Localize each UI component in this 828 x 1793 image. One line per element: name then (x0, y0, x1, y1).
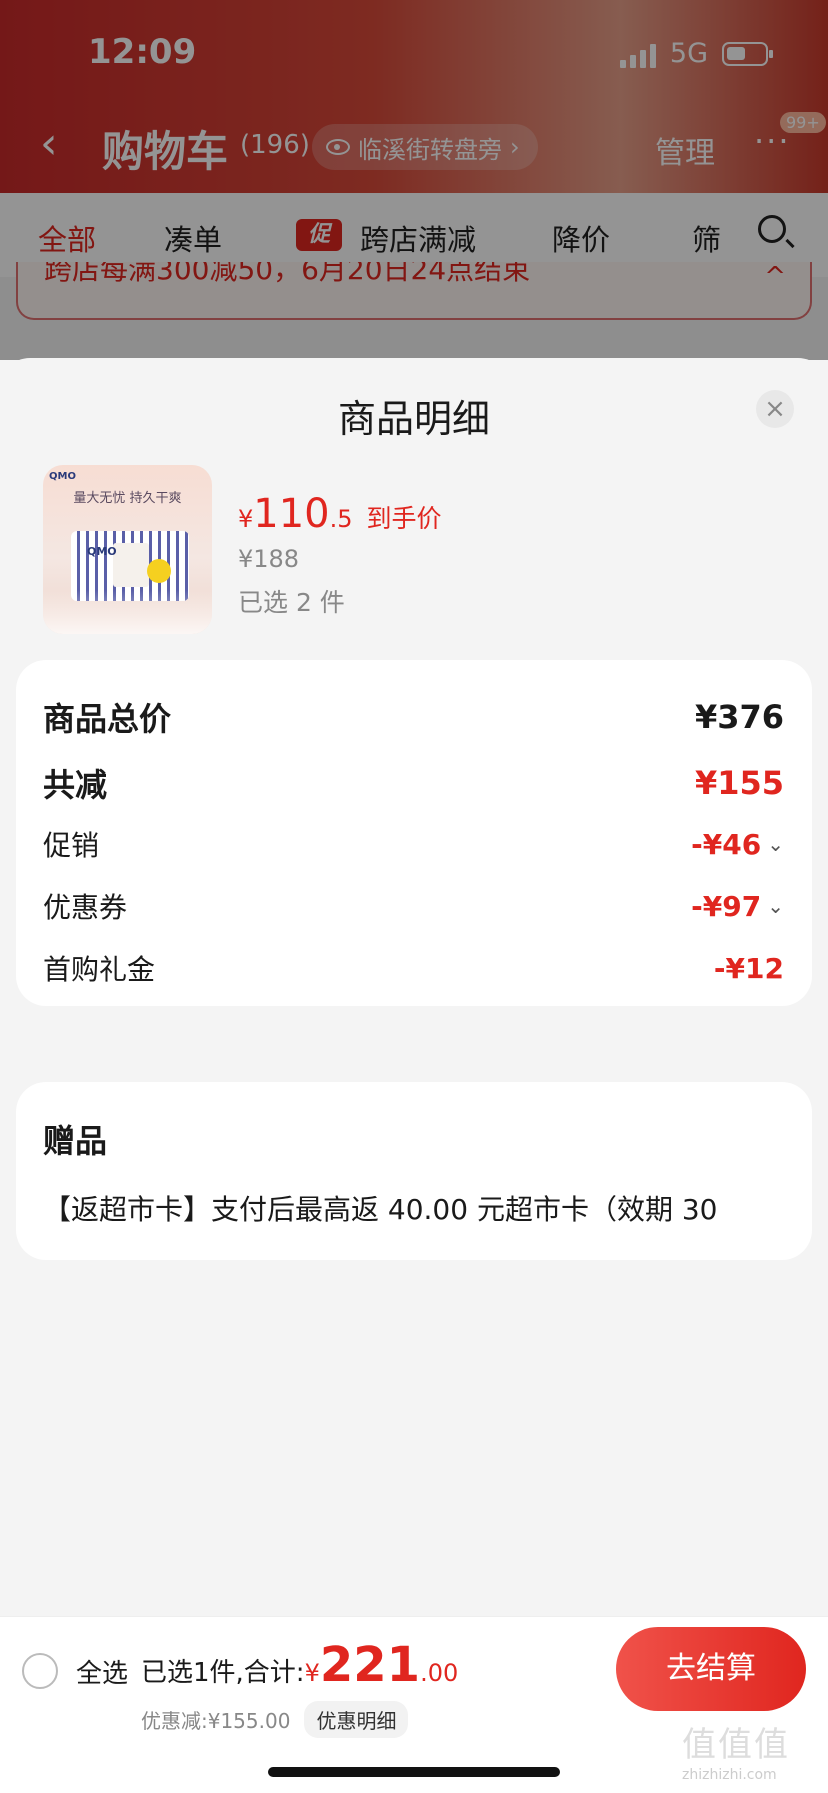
product-image-brand: QMO (49, 471, 76, 482)
first-purchase-value: -¥12 (713, 951, 784, 985)
product-image: QMO 量大无忧 持久干爽 QMO (43, 465, 212, 634)
original-price: ¥188 (238, 545, 300, 573)
first-purchase-row: 首购礼金 -¥12 (43, 948, 784, 988)
sheet-title: 商品明细 (337, 397, 490, 441)
price-summary-card: 商品总价 ¥376 共减 ¥155 促销 -¥46 ⌄ 优惠券 -¥97 ⌄ 首购礼… (16, 660, 812, 1006)
total-reduce-label: 共减 (43, 766, 108, 804)
total-price-label: 商品总价 (43, 700, 172, 738)
watermark-url: zhizhizhi.com (682, 1767, 777, 1783)
promotion-row[interactable]: 促销 -¥46 ⌄ (43, 824, 784, 864)
checkout-button[interactable]: 去结算 (616, 1627, 806, 1711)
coupon-value: -¥97 (691, 889, 762, 923)
watermark: 值值值 (682, 1725, 790, 1765)
close-icon[interactable]: × (756, 390, 794, 428)
first-purchase-label: 首购礼金 (43, 953, 156, 986)
product-detail-sheet: 商品明细 × QMO 量大无忧 持久干爽 QMO ¥ 110 .5 到手价 ¥1… (0, 358, 828, 1792)
gift-text: 【返超市卡】支付后最高返 40.00 元超市卡（效期 30 (43, 1193, 718, 1226)
select-all-label[interactable]: 全选 (76, 1653, 128, 1690)
home-indicator[interactable] (268, 1767, 560, 1777)
modal-overlay[interactable] (0, 0, 828, 360)
select-all-checkbox[interactable] (22, 1653, 58, 1689)
promotion-value: -¥46 (691, 827, 762, 861)
discount-info: 优惠减:¥155.00 优惠明细 (141, 1701, 409, 1738)
gift-card: 赠品 【返超市卡】支付后最高返 40.00 元超市卡（效期 30 (16, 1082, 812, 1260)
coupon-label: 优惠券 (43, 891, 128, 924)
chevron-down-icon: ⌄ (767, 832, 784, 856)
total-reduce-value: ¥155 (694, 764, 784, 802)
price-note: 到手价 (366, 504, 442, 533)
chevron-down-icon: ⌄ (767, 894, 784, 918)
package-logo: QMO (87, 545, 117, 558)
final-price: ¥ 110 .5 到手价 (238, 491, 442, 537)
gift-title: 赠品 (43, 1122, 108, 1160)
selected-quantity: 已选 2 件 (238, 588, 345, 617)
product-image-slogan: 量大无忧 持久干爽 (73, 491, 182, 506)
discount-detail-button[interactable]: 优惠明细 (304, 1701, 409, 1738)
duck-mascot (147, 559, 171, 583)
checkout-bar: 全选 已选1件,合计: ¥ 221 .00 优惠减:¥155.00 优惠明细 去… (0, 1616, 828, 1793)
total-amount: 已选1件,合计: ¥ 221 .00 (141, 1637, 459, 1693)
promotion-label: 促销 (43, 829, 100, 862)
discount-text: 优惠减:¥155.00 (141, 1709, 291, 1733)
coupon-row[interactable]: 优惠券 -¥97 ⌄ (43, 886, 784, 926)
total-price-value: ¥376 (694, 698, 784, 736)
